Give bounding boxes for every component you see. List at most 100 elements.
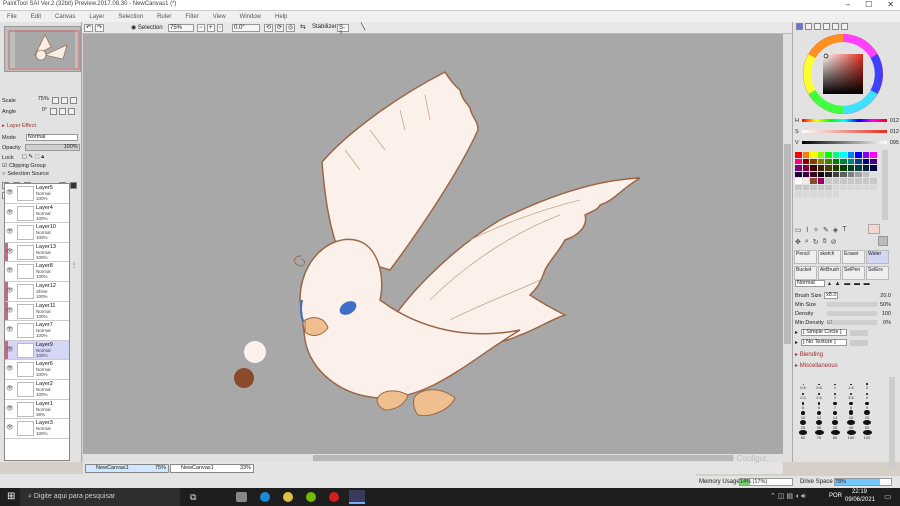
color-swatch[interactable] <box>795 171 802 177</box>
color-swatch[interactable] <box>855 178 862 184</box>
eye-icon[interactable]: 👁︎ <box>6 365 14 372</box>
layer-effect-label[interactable]: Layer Effect <box>7 123 36 129</box>
color-swatch[interactable] <box>832 158 839 164</box>
scale-value[interactable]: 75% <box>24 96 50 104</box>
color-swatch[interactable] <box>862 178 869 184</box>
language-indicator[interactable]: POR <box>829 493 842 499</box>
brush-size-cell[interactable]: 50 <box>859 420 875 430</box>
layer-row[interactable]: 👁︎ Layer3 Normal 100% <box>5 419 69 439</box>
menu-item-file[interactable]: File <box>7 14 17 20</box>
brush-size-cell[interactable]: 40 <box>843 420 859 430</box>
color-swatch[interactable] <box>855 171 862 177</box>
brush-size-cell[interactable]: 12 <box>811 410 827 420</box>
brush-size-cell[interactable]: 2 <box>859 380 875 390</box>
brush-size-cell[interactable]: 25 <box>795 420 811 430</box>
undo-button[interactable]: ↶ <box>84 24 94 32</box>
color-swatch[interactable] <box>810 191 817 197</box>
blend-mode-select[interactable]: Normal <box>25 134 78 141</box>
color-swatch[interactable] <box>840 165 847 171</box>
color-swatch[interactable] <box>825 171 832 177</box>
color-swatch[interactable] <box>795 165 802 171</box>
color-swatch[interactable] <box>795 178 802 184</box>
eye-icon[interactable]: 👁︎ <box>6 209 14 216</box>
color-swatch[interactable] <box>832 165 839 171</box>
clock-time[interactable]: 22:19 <box>852 489 867 495</box>
secondary-color-swatch[interactable] <box>878 236 888 246</box>
color-swatch[interactable] <box>832 184 839 190</box>
h-value[interactable]: 012 <box>890 118 899 124</box>
swatch-scrollbar[interactable] <box>882 150 888 220</box>
swatch-tab[interactable] <box>823 23 830 30</box>
color-swatch[interactable] <box>810 178 817 184</box>
eye-icon[interactable]: 👁︎ <box>6 346 14 353</box>
brush-size-cell[interactable]: 35 <box>827 420 843 430</box>
color-swatch[interactable] <box>870 165 877 171</box>
opera-icon[interactable] <box>329 492 339 502</box>
stabilizer-select[interactable]: S-2 <box>337 24 349 37</box>
density-slider[interactable] <box>827 311 877 316</box>
color-wheel[interactable] <box>803 34 883 114</box>
rotate-left-button[interactable]: ⟲ <box>264 24 274 32</box>
tool-water[interactable]: Water <box>866 250 889 264</box>
primary-color-swatch[interactable] <box>868 224 880 234</box>
tool-sketch[interactable]: sketch <box>818 250 841 264</box>
scale-plus-button[interactable] <box>60 97 68 104</box>
lock-icon[interactable]: ▢ ✎ ⬚ 🔒︎ <box>22 154 45 161</box>
color-swatch[interactable] <box>832 191 839 197</box>
tool-eraser[interactable]: Eraser <box>842 250 865 264</box>
brush-size-cell[interactable]: 8 <box>843 400 859 410</box>
color-swatch[interactable] <box>840 178 847 184</box>
color-swatch[interactable] <box>795 184 802 190</box>
angle-right-button[interactable] <box>59 108 67 115</box>
color-swatch[interactable] <box>862 184 869 190</box>
menu-item-view[interactable]: View <box>213 14 226 20</box>
hand-icon[interactable]: ✋︎ <box>823 238 827 246</box>
user-swatch-tab[interactable] <box>841 23 848 30</box>
clock-date[interactable]: 09/06/2021 <box>845 497 875 503</box>
eyedropper-icon[interactable]: ✎ <box>823 226 829 234</box>
scale-minus-button[interactable] <box>51 97 59 104</box>
brush-size-cell[interactable]: 20 <box>859 410 875 420</box>
color-swatch[interactable] <box>847 152 854 158</box>
vertical-scrollbar[interactable] <box>783 34 792 454</box>
brush-size-cell[interactable]: 16 <box>843 410 859 420</box>
eye-icon[interactable]: 👁︎ <box>6 326 14 333</box>
brush-size-cell[interactable]: 100 <box>843 430 859 440</box>
tool-pencil[interactable]: Pencil <box>794 250 817 264</box>
color-swatch[interactable] <box>817 158 824 164</box>
brush-size-cell[interactable]: 1 <box>827 380 843 390</box>
brush-size-cell[interactable]: 3 <box>827 390 843 400</box>
opacity-slider[interactable]: 100% <box>24 144 80 151</box>
color-swatch[interactable] <box>862 171 869 177</box>
color-swatch[interactable] <box>825 191 832 197</box>
layer-row[interactable]: 👁︎ Layer12 Shine 100% <box>5 281 69 302</box>
color-swatch[interactable] <box>817 171 824 177</box>
horizontal-scrollbar[interactable] <box>83 454 792 462</box>
color-swatch[interactable] <box>825 158 832 164</box>
brush-size-cell[interactable]: 0.8 <box>811 380 827 390</box>
brush-size-cell[interactable]: 14 <box>827 410 843 420</box>
color-swatch[interactable] <box>817 165 824 171</box>
brush-size-cell[interactable]: 3.5 <box>843 390 859 400</box>
selection-toggle[interactable]: ◉ Selection <box>131 24 163 31</box>
taskbar-search[interactable]: ⌕ Digite aqui para pesquisar <box>20 488 180 506</box>
color-swatch[interactable] <box>862 165 869 171</box>
angle-left-button[interactable] <box>50 108 58 115</box>
layer-row[interactable]: 👁︎ Layer9 Normal 100% <box>5 340 69 361</box>
color-swatch[interactable] <box>802 158 809 164</box>
menu-item-ruler[interactable]: Ruler <box>157 14 171 20</box>
color-swatch[interactable] <box>847 158 854 164</box>
color-swatch[interactable] <box>795 191 802 197</box>
angle-value[interactable]: 0° <box>22 107 48 115</box>
color-swatch[interactable] <box>802 191 809 197</box>
picker-icon[interactable]: ⊘ <box>831 238 837 246</box>
color-swatch[interactable] <box>840 184 847 190</box>
zoom-in-button[interactable]: + <box>207 24 215 32</box>
windows-start-icon[interactable]: ⊞ <box>7 491 15 502</box>
zoom-reset-button[interactable]: ◦ <box>217 24 224 32</box>
brush-shape-select[interactable]: [ Simple Circle ] <box>801 329 848 336</box>
tool-bucket[interactable]: Bucket <box>794 266 817 280</box>
menu-item-selection[interactable]: Selection <box>118 14 143 20</box>
sai-taskbar-icon[interactable] <box>349 490 365 504</box>
brush-size-cell[interactable]: 2.3 <box>795 390 811 400</box>
